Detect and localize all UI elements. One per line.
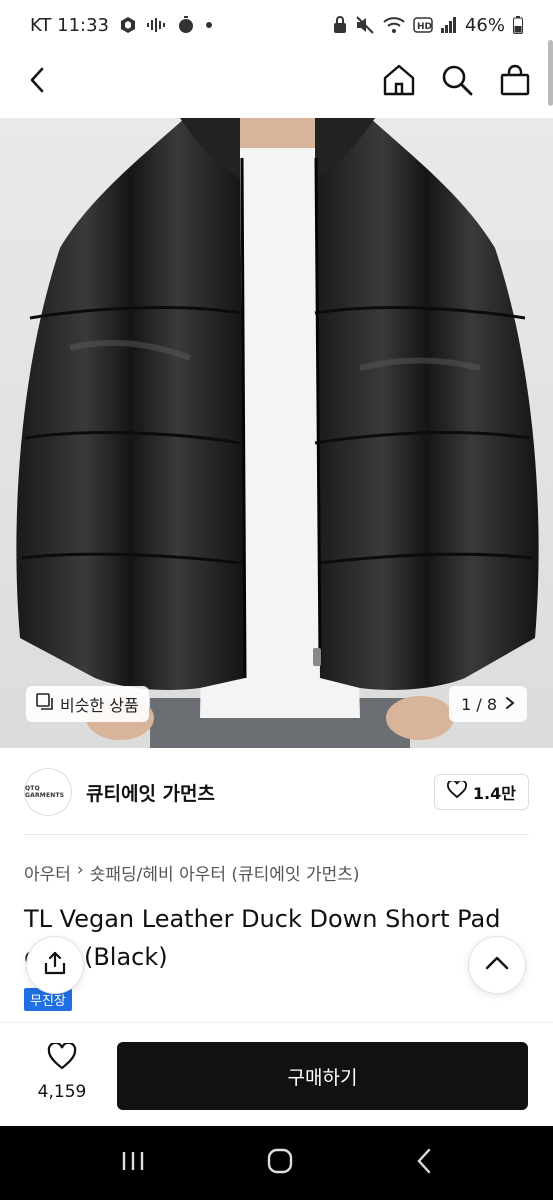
nfc-icon (119, 16, 137, 34)
share-icon (42, 950, 68, 980)
heart-icon (446, 779, 467, 803)
home-icon[interactable] (381, 62, 417, 98)
brand-logo[interactable]: QTQ GARMENTS (24, 768, 72, 816)
breadcrumb-item-category[interactable]: 숏패딩/헤비 아우터 (큐티에잇 가먼츠) (90, 860, 360, 885)
lock-icon (333, 16, 347, 34)
wishlist-button[interactable]: 4,159 (34, 1041, 90, 1102)
hd-icon: HD (413, 17, 433, 33)
bottom-action-bar: 4,159 구매하기 (0, 1022, 553, 1126)
battery-percent: 46% (464, 14, 505, 36)
product-image[interactable] (0, 118, 553, 748)
dot-icon (205, 21, 213, 29)
similar-products-label: 비슷한 상품 (60, 696, 139, 715)
home-nav-icon[interactable] (266, 1147, 294, 1179)
similar-products-button[interactable]: 비슷한 상품 (26, 686, 149, 722)
breadcrumb-separator-icon: › (76, 860, 84, 880)
svg-text:HD: HD (417, 22, 432, 32)
scroll-top-button[interactable] (468, 936, 526, 994)
brand-row[interactable]: QTQ GARMENTS 큐티에잇 가먼츠 1.4만 (24, 762, 529, 822)
wishlist-count: 4,159 (37, 1082, 87, 1102)
system-nav-bar (0, 1126, 553, 1200)
app-header (0, 50, 553, 110)
divider (24, 834, 529, 835)
carrier-time: KT 11:33 (30, 14, 109, 36)
scroll-indicator (548, 40, 553, 106)
product-title: TL Vegan Leather Duck Down Short Pad din… (24, 905, 501, 971)
chevron-left-icon[interactable] (20, 62, 56, 98)
battery-icon (513, 16, 523, 34)
brand-like-count: 1.4만 (472, 784, 516, 803)
signal-dots-icon (147, 18, 167, 32)
brand-logo-text: QTQ GARMENTS (25, 785, 65, 799)
search-icon[interactable] (439, 62, 475, 98)
image-page-indicator[interactable]: 1 / 8 (449, 686, 527, 722)
heart-icon (47, 1041, 77, 1076)
mute-icon (355, 16, 375, 34)
alarm-icon (177, 16, 195, 34)
cell-signal-icon (440, 17, 457, 33)
wifi-icon (383, 16, 405, 34)
breadcrumb: 아우터 › 숏패딩/헤비 아우터 (큐티에잇 가먼츠) (24, 860, 360, 885)
shopping-bag-icon[interactable] (497, 62, 533, 98)
buy-button[interactable]: 구매하기 (117, 1042, 528, 1110)
chevron-up-icon (484, 955, 510, 975)
brand-like-button[interactable]: 1.4만 (433, 774, 529, 810)
copy-icon (36, 693, 54, 715)
status-bar: KT 11:33 HD 46% (0, 0, 553, 50)
page-count: 1 / 8 (461, 694, 497, 714)
back-nav-icon[interactable] (415, 1148, 433, 1178)
recent-apps-icon[interactable] (120, 1150, 146, 1176)
chevron-right-icon (505, 695, 515, 714)
share-button[interactable] (26, 936, 84, 994)
brand-name[interactable]: 큐티에잇 가먼츠 (86, 779, 215, 806)
breadcrumb-item-outer[interactable]: 아우터 (24, 860, 71, 885)
